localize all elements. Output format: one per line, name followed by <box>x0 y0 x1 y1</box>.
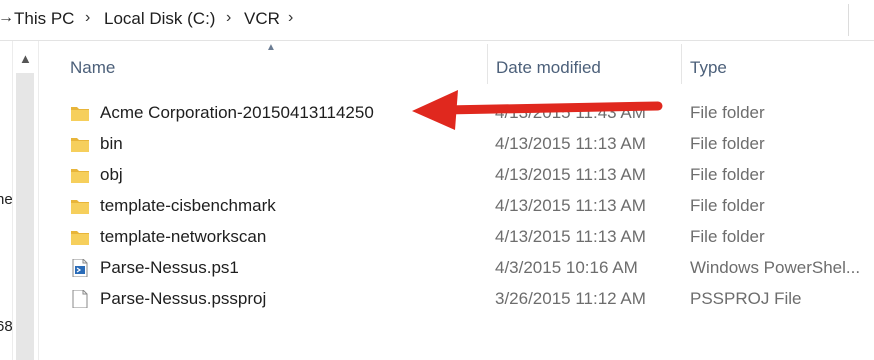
chevron-right-icon[interactable]: › <box>226 9 231 27</box>
file-date: 4/13/2015 11:13 AM <box>495 165 646 184</box>
column-divider[interactable] <box>487 44 488 84</box>
file-name: template-cisbenchmark <box>100 196 276 215</box>
file-date: 3/26/2015 11:12 AM <box>495 289 646 308</box>
column-header-name[interactable]: Name <box>70 58 115 78</box>
column-divider[interactable] <box>681 44 682 84</box>
file-type: PSSPROJ File <box>690 289 802 308</box>
file-icon <box>72 290 88 308</box>
list-item[interactable]: Parse-Nessus.ps1 4/3/2015 10:16 AM Windo… <box>60 253 860 284</box>
file-type: Windows PowerShel... <box>690 258 861 277</box>
annotation-arrow-icon <box>412 90 663 130</box>
breadcrumb-local-disk[interactable]: Local Disk (C:) <box>104 9 215 29</box>
column-header-date-modified[interactable]: Date modified <box>496 58 601 78</box>
folder-icon <box>71 138 89 152</box>
sort-ascending-icon: ▲ <box>266 42 276 53</box>
breadcrumb-separator-icon[interactable]: → <box>0 9 14 27</box>
file-type: File folder <box>690 103 765 122</box>
powershell-script-icon <box>72 259 88 277</box>
folder-icon <box>71 107 89 121</box>
file-name: template-networkscan <box>100 227 267 246</box>
navigation-pane: ne 68 <box>0 41 13 360</box>
file-type: File folder <box>690 227 765 246</box>
nav-scrollbar[interactable]: ▲ <box>12 41 39 360</box>
file-name: Parse-Nessus.ps1 <box>100 258 239 277</box>
breadcrumb-vcr[interactable]: VCR <box>244 9 280 29</box>
file-name: bin <box>100 134 123 153</box>
file-name: obj <box>100 165 123 184</box>
breadcrumb: → This PC › Local Disk (C:) › VCR › <box>0 0 874 41</box>
scroll-thumb[interactable] <box>16 73 34 360</box>
column-header-type[interactable]: Type <box>690 58 727 78</box>
file-date: 4/3/2015 10:16 AM <box>495 258 638 277</box>
file-name: Parse-Nessus.pssproj <box>100 289 267 308</box>
list-item[interactable]: obj 4/13/2015 11:13 AM File folder <box>60 160 860 191</box>
file-date: 4/13/2015 11:13 AM <box>495 196 646 215</box>
list-item[interactable]: Parse-Nessus.pssproj 3/26/2015 11:12 AM … <box>60 284 860 315</box>
file-name: Acme Corporation-20150413114250 <box>100 103 374 122</box>
list-item[interactable]: template-networkscan 4/13/2015 11:13 AM … <box>60 222 860 253</box>
scroll-up-icon[interactable]: ▲ <box>19 51 32 66</box>
folder-icon <box>71 200 89 214</box>
list-item[interactable]: template-cisbenchmark 4/13/2015 11:13 AM… <box>60 191 860 222</box>
chevron-right-icon[interactable]: › <box>288 9 293 27</box>
file-date: 4/13/2015 11:13 AM <box>495 227 646 246</box>
file-type: File folder <box>690 196 765 215</box>
file-type: File folder <box>690 134 765 153</box>
file-type: File folder <box>690 165 765 184</box>
address-bar-divider <box>848 4 849 36</box>
nav-item-fragment[interactable]: ne <box>0 191 13 208</box>
folder-icon <box>71 169 89 183</box>
folder-icon <box>71 231 89 245</box>
chevron-right-icon[interactable]: › <box>85 9 90 27</box>
nav-item-fragment[interactable]: 68 <box>0 318 13 335</box>
breadcrumb-this-pc[interactable]: This PC <box>14 9 74 29</box>
